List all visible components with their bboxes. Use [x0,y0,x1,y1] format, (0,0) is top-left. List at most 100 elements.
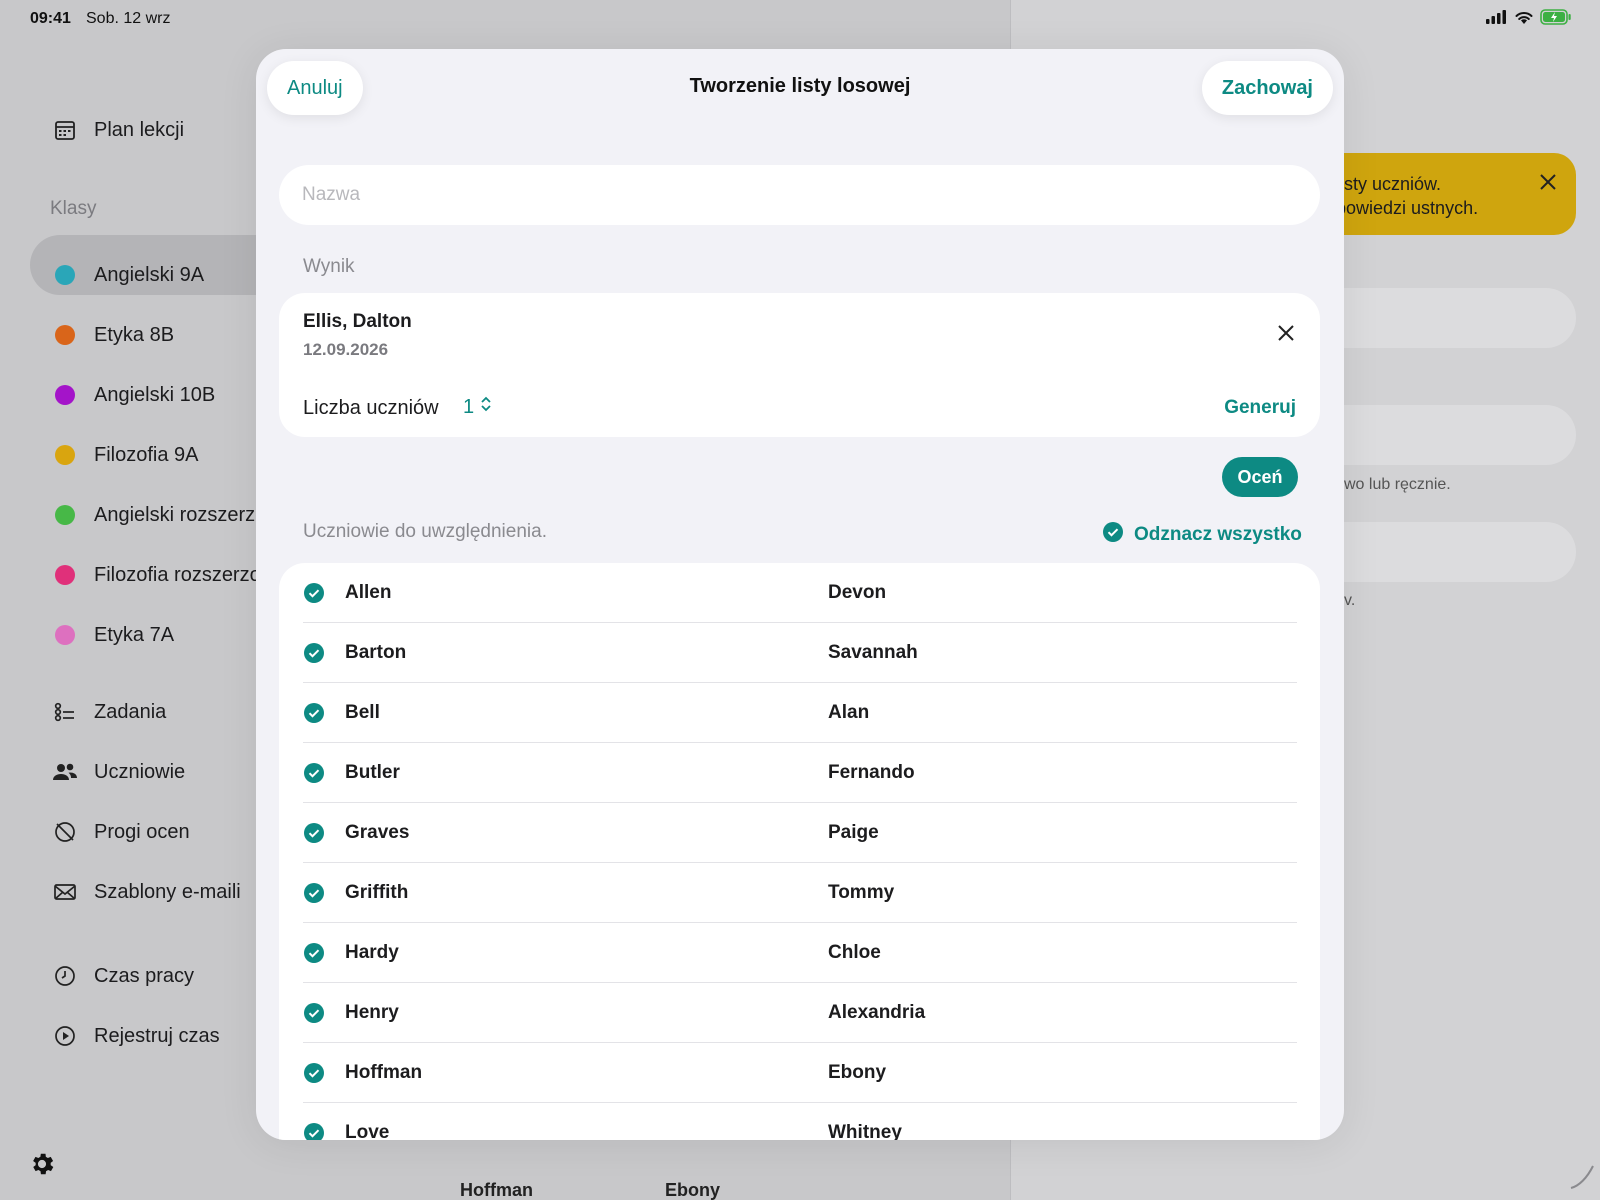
close-icon[interactable] [1538,172,1560,194]
student-last-name: Hardy [345,941,399,963]
student-row[interactable]: Henry Alexandria [303,983,1297,1043]
sidebar-item-label: Zadania [94,700,167,723]
student-row[interactable]: Bell Alan [303,683,1297,743]
sidebar-item-working-time[interactable]: Czas pracy [52,956,194,996]
check-circle-icon[interactable] [303,1002,325,1024]
student-row[interactable]: Griffith Tommy [303,863,1297,923]
student-last-name: Henry [345,1001,399,1023]
sidebar-item-tasks[interactable]: Zadania [52,692,166,732]
check-circle-icon[interactable] [303,762,325,784]
student-row[interactable]: Love Whitney [303,1103,1297,1140]
check-circle-icon[interactable] [303,582,325,604]
class-color-dot [55,625,75,645]
status-time: 09:41 [30,10,71,27]
sidebar-item-label: Szablony e-maili [94,880,241,903]
battery-charging-icon [1540,9,1572,30]
sidebar-class-item[interactable]: Filozofia rozszerzo [52,555,261,595]
student-last-name: Butler [345,761,400,783]
sidebar-item-label: Plan lekcji [94,118,185,141]
class-color-dot [55,445,75,465]
chevron-up-down-icon [480,395,492,419]
student-row[interactable]: Graves Paige [303,803,1297,863]
status-date: Sob. 12 wrz [86,10,171,27]
info-banner-text: listy uczniów. powiedzi ustnych. [1336,172,1478,220]
sidebar-item-students[interactable]: Uczniowie [52,752,185,792]
envelope-icon [52,879,78,905]
sidebar-class-item[interactable]: Angielski rozszerzo [52,495,266,535]
student-row[interactable]: Hoffman Ebony [303,1043,1297,1103]
student-row[interactable]: Allen Devon [303,563,1297,623]
result-section-label: Wynik [303,256,355,277]
students-section-label: Uczniowie do uwzględnienia. [303,521,547,542]
check-circle-icon[interactable] [303,1062,325,1084]
sidebar-class-item[interactable]: Angielski 10B [52,375,215,415]
student-count-stepper[interactable]: 1 [463,395,492,419]
check-circle-icon[interactable] [303,702,325,724]
status-icons [1486,9,1572,30]
sidebar-class-label: Filozofia rozszerzo [94,563,261,586]
student-count-value: 1 [463,395,475,418]
result-date: 12.09.2026 [303,340,389,359]
student-row[interactable]: Hardy Chloe [303,923,1297,983]
sidebar-class-label: Angielski rozszerzo [94,503,267,526]
background-row-last: Hoffman [460,1180,533,1200]
sidebar-class-label: Filozofia 9A [94,443,199,466]
class-color-dot-icon [52,622,78,648]
name-input[interactable] [279,165,1320,225]
sidebar-class-label: Angielski 9A [94,263,205,286]
deselect-all-button[interactable]: Odznacz wszystko [1102,521,1302,549]
sidebar-item-label: Rejestruj czas [94,1024,220,1047]
info-banner-line1: listy uczniów. [1336,174,1442,194]
student-row[interactable]: Butler Fernando [303,743,1297,803]
gauge-slash-icon [52,819,78,845]
play-circle-icon [52,1023,78,1049]
sidebar-class-label: Etyka 8B [94,323,175,346]
student-first-name: Alan [828,701,870,723]
clock-icon [52,963,78,989]
students-list: Allen Devon Barton Savannah Bell Alan Butler Fe… [279,563,1320,1140]
sidebar-item-log-time[interactable]: Rejestruj czas [52,1016,220,1056]
wifi-icon [1514,10,1534,30]
clear-result-close-icon[interactable] [1276,323,1296,343]
sidebar-item-grade-thresholds[interactable]: Progi ocen [52,812,190,852]
checklist-icon [52,699,78,725]
class-color-dot [55,325,75,345]
detail-note: v. [1344,592,1356,609]
student-last-name: Bell [345,701,380,723]
student-first-name: Whitney [828,1121,902,1141]
check-circle-icon[interactable] [303,1122,325,1140]
student-count-label: Liczba uczniów [303,397,439,419]
detail-note: wo lub ręcznie. [1344,476,1451,493]
generate-button[interactable]: Generuj [1224,397,1296,419]
save-button[interactable]: Zachowaj [1201,61,1333,115]
student-first-name: Chloe [828,941,881,963]
sidebar-class-item[interactable]: Angielski 9A [52,255,204,295]
student-row[interactable]: Barton Savannah [303,623,1297,683]
class-color-dot-icon [52,322,78,348]
student-first-name: Devon [828,581,887,603]
result-card: Ellis, Dalton 12.09.2026 Liczba uczniów … [279,293,1320,437]
sidebar-class-item[interactable]: Etyka 7A [52,615,174,655]
background-row-first: Ebony [665,1180,721,1200]
check-circle-icon[interactable] [303,942,325,964]
sidebar-class-item[interactable]: Filozofia 9A [52,435,199,475]
student-last-name: Love [345,1121,390,1141]
result-student-name: Ellis, Dalton [303,311,412,332]
sidebar-class-item[interactable]: Etyka 8B [52,315,174,355]
grade-button[interactable]: Oceń [1222,457,1298,497]
sidebar-item-label: Uczniowie [94,760,186,783]
modal-title: Tworzenie listy losowej [689,75,911,97]
calendar-icon [52,117,78,143]
student-last-name: Allen [345,581,392,603]
settings-gear-icon[interactable] [28,1150,56,1178]
student-last-name: Graves [345,821,410,843]
sidebar-item-schedule[interactable]: Plan lekcji [52,110,184,150]
check-circle-icon[interactable] [303,882,325,904]
class-color-dot [55,385,75,405]
sidebar-item-email-templates[interactable]: Szablony e-maili [52,872,241,912]
check-circle-icon[interactable] [303,642,325,664]
sidebar-item-label: Progi ocen [94,820,190,843]
check-circle-icon[interactable] [303,822,325,844]
random-list-modal: Anuluj Tworzenie listy losowej Zachowaj … [256,49,1344,1140]
class-color-dot-icon [52,562,78,588]
